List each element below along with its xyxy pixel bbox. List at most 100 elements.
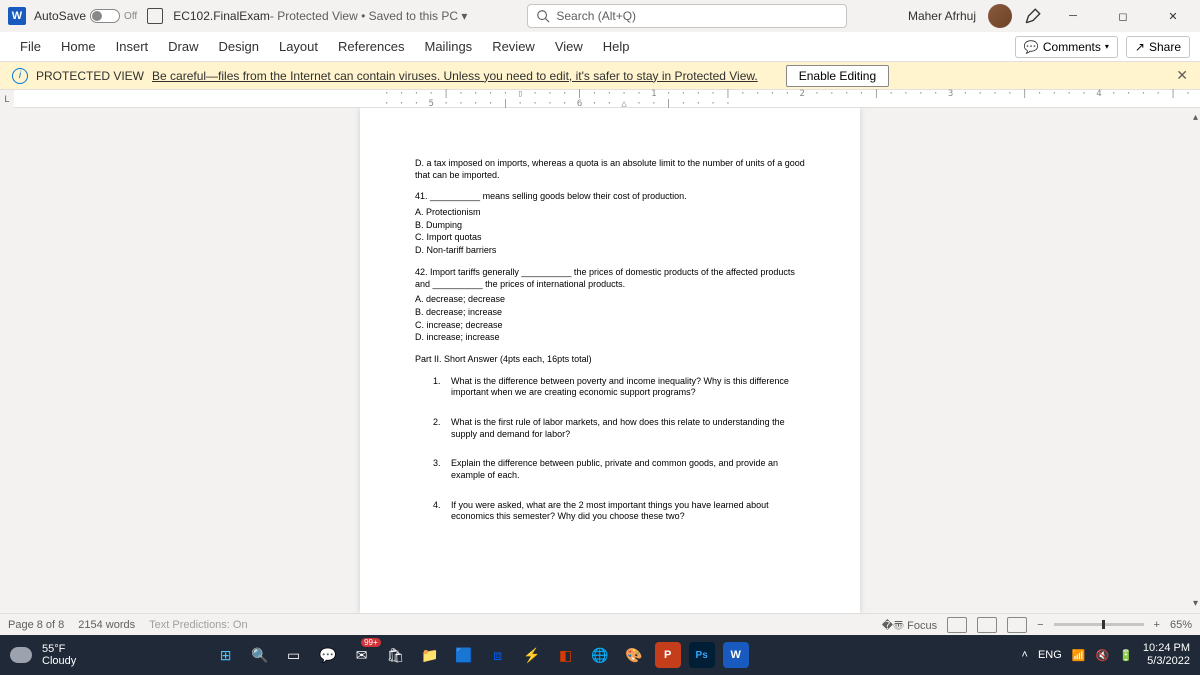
minimize-button[interactable]: ─	[1054, 2, 1092, 30]
tab-references[interactable]: References	[328, 33, 414, 60]
explorer-icon[interactable]: 📁	[417, 642, 443, 668]
web-layout-icon[interactable]	[1007, 617, 1027, 633]
tab-mailings[interactable]: Mailings	[415, 33, 483, 60]
save-icon[interactable]	[147, 8, 163, 24]
part2-heading: Part II. Short Answer (4pts each, 16pts …	[415, 354, 805, 366]
zoom-out-button[interactable]: −	[1037, 619, 1043, 631]
status-page[interactable]: Page 8 of 8	[8, 619, 64, 631]
battery-icon[interactable]: 🔋	[1119, 649, 1133, 662]
q42-opt-a: A. decrease; decrease	[415, 294, 805, 306]
tab-review[interactable]: Review	[482, 33, 545, 60]
ruler-corner: L	[0, 90, 14, 108]
autosave-toggle[interactable]: AutoSave Off	[34, 9, 137, 23]
wifi-icon[interactable]: 📶	[1072, 649, 1086, 662]
tab-file[interactable]: File	[10, 33, 51, 60]
copilot-icon[interactable]: 🎨	[621, 642, 647, 668]
focus-button[interactable]: �〠 Focus	[882, 617, 937, 633]
maximize-button[interactable]: ◻	[1104, 2, 1142, 30]
q41-opt-a: A. Protectionism	[415, 207, 805, 219]
status-words[interactable]: 2154 words	[78, 619, 135, 631]
tab-design[interactable]: Design	[209, 33, 269, 60]
close-bar-icon[interactable]: ✕	[1176, 67, 1188, 84]
q41-opt-b: B. Dumping	[415, 220, 805, 232]
tray-chevron-icon[interactable]: ˄	[1022, 649, 1028, 661]
office-icon[interactable]: ◧	[553, 642, 579, 668]
share-button[interactable]: ↗ Share	[1126, 36, 1190, 58]
avatar[interactable]	[988, 4, 1012, 28]
protected-message[interactable]: Be careful—files from the Internet can c…	[152, 69, 758, 83]
taskview-icon[interactable]: ▭	[281, 642, 307, 668]
zoom-in-button[interactable]: +	[1154, 619, 1160, 631]
volume-icon[interactable]: 🔇	[1096, 649, 1110, 662]
sa-2: What is the first rule of labor markets,…	[451, 417, 805, 440]
q41-stem: 41. __________ means selling goods below…	[415, 191, 805, 203]
store-icon[interactable]: 🛍	[383, 642, 409, 668]
language-indicator[interactable]: ENG	[1038, 649, 1062, 661]
share-icon: ↗	[1135, 40, 1145, 54]
status-predictions[interactable]: Text Predictions: On	[149, 619, 247, 631]
autosave-label: AutoSave	[34, 9, 86, 23]
ruler-row: L · · · · | · · · · ▯ · · · | · · · · 1 …	[0, 90, 1200, 108]
pen-icon[interactable]	[1024, 7, 1042, 25]
document-status[interactable]: - Protected View • Saved to this PC ▾	[270, 9, 467, 23]
taskbar: 55°F Cloudy ⊞ 🔍 ▭ 💬 ✉ 🛍 📁 🟦 ⧈ ⚡ ◧ 🌐 🎨 P …	[0, 635, 1200, 675]
tab-home[interactable]: Home	[51, 33, 106, 60]
q40-option-d: D. a tax imposed on imports, whereas a q…	[415, 158, 805, 181]
zoom-level[interactable]: 65%	[1170, 619, 1192, 631]
sa-4: If you were asked, what are the 2 most i…	[451, 500, 805, 523]
enable-editing-button[interactable]: Enable Editing	[786, 65, 889, 87]
start-icon[interactable]: ⊞	[213, 642, 239, 668]
weather-widget[interactable]: 55°F Cloudy	[42, 643, 76, 667]
autosave-state: Off	[124, 11, 137, 22]
tab-layout[interactable]: Layout	[269, 33, 328, 60]
zoom-slider[interactable]	[1054, 623, 1144, 626]
title-bar: W AutoSave Off EC102.FinalExam - Protect…	[0, 0, 1200, 32]
winamp-icon[interactable]: ⚡	[519, 642, 545, 668]
mail-icon[interactable]: ✉	[349, 642, 375, 668]
dropbox-icon[interactable]: ⧈	[485, 642, 511, 668]
tab-help[interactable]: Help	[593, 33, 640, 60]
tab-insert[interactable]: Insert	[106, 33, 159, 60]
q42-stem: 42. Import tariffs generally __________ …	[415, 267, 805, 290]
read-mode-icon[interactable]	[947, 617, 967, 633]
search-taskbar-icon[interactable]: 🔍	[247, 642, 273, 668]
q42-opt-b: B. decrease; increase	[415, 307, 805, 319]
document-name: EC102.FinalExam	[173, 9, 270, 23]
sa-3: Explain the difference between public, p…	[451, 458, 805, 481]
status-bar: Page 8 of 8 2154 words Text Predictions:…	[0, 613, 1200, 635]
chat-icon[interactable]: 💬	[315, 642, 341, 668]
app-icon[interactable]: 🟦	[451, 642, 477, 668]
tab-draw[interactable]: Draw	[158, 33, 208, 60]
protected-label: PROTECTED VIEW	[36, 69, 144, 83]
tab-view[interactable]: View	[545, 33, 593, 60]
q41-opt-c: C. Import quotas	[415, 232, 805, 244]
comments-button[interactable]: 💬 Comments ▾	[1015, 36, 1118, 58]
document-page: D. a tax imposed on imports, whereas a q…	[360, 108, 860, 613]
scroll-down-icon[interactable]: ▾	[1193, 598, 1198, 609]
comments-icon: 💬	[1024, 40, 1039, 54]
q42-opt-d: D. increase; increase	[415, 332, 805, 344]
horizontal-ruler[interactable]: · · · · | · · · · ▯ · · · | · · · · 1 · …	[384, 89, 1200, 109]
search-input[interactable]: Search (Alt+Q)	[527, 4, 847, 28]
clock[interactable]: 10:24 PM 5/3/2022	[1143, 642, 1190, 668]
toggle-switch-icon[interactable]	[90, 9, 120, 23]
close-button[interactable]: ✕	[1154, 2, 1192, 30]
word-taskbar-icon[interactable]: W	[723, 642, 749, 668]
weather-icon	[10, 647, 32, 663]
photoshop-icon[interactable]: Ps	[689, 642, 715, 668]
print-layout-icon[interactable]	[977, 617, 997, 633]
scroll-up-icon[interactable]: ▴	[1193, 112, 1198, 123]
user-name[interactable]: Maher Afrhuj	[908, 9, 976, 23]
powerpoint-icon[interactable]: P	[655, 642, 681, 668]
search-placeholder: Search (Alt+Q)	[556, 9, 636, 23]
search-icon	[536, 9, 550, 23]
chevron-down-icon: ▾	[1105, 42, 1109, 51]
info-icon: i	[12, 68, 28, 84]
document-area: ▴ ▾ D. a tax imposed on imports, whereas…	[0, 108, 1200, 613]
protected-view-bar: i PROTECTED VIEW Be careful—files from t…	[0, 62, 1200, 90]
q42-opt-c: C. increase; decrease	[415, 320, 805, 332]
vertical-ruler[interactable]	[0, 108, 20, 613]
edge-icon[interactable]: 🌐	[587, 642, 613, 668]
word-app-icon: W	[8, 7, 26, 25]
sa-1: What is the difference between poverty a…	[451, 376, 805, 399]
